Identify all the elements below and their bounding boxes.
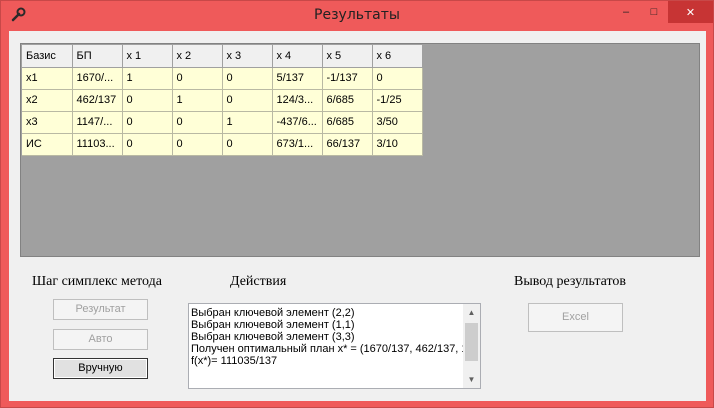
table-row: ИС 11103... 0 0 0 673/1... 66/137 3/10	[22, 133, 423, 156]
table-cell[interactable]: 0	[222, 89, 273, 112]
table-cell[interactable]: ИС	[22, 133, 73, 156]
table-cell[interactable]: 1147/...	[72, 111, 123, 134]
table-cell[interactable]: 1	[122, 67, 173, 90]
scroll-thumb[interactable]	[465, 323, 478, 361]
table-cell[interactable]: 673/1...	[272, 133, 323, 156]
log-line: f(x*)= 111035/137	[191, 355, 278, 367]
column-header[interactable]: x 3	[222, 45, 273, 68]
table-cell[interactable]: 0	[172, 133, 223, 156]
log-lines: Выбран ключевой элемент (2,2) Выбран клю…	[191, 307, 463, 367]
column-header[interactable]: x 5	[322, 45, 373, 68]
title-bar[interactable]: Результаты – □ ✕	[1, 1, 713, 31]
table-cell[interactable]: 3/50	[372, 111, 423, 134]
table-cell[interactable]: 1	[172, 89, 223, 112]
manual-button[interactable]: Вручную	[53, 358, 148, 379]
table-cell[interactable]: 0	[222, 67, 273, 90]
table-cell[interactable]: x1	[22, 67, 73, 90]
log-line: Выбран ключевой элемент (2,2)	[191, 307, 355, 319]
output-label: Вывод результатов	[514, 274, 627, 289]
table-row: x1 1670/... 1 0 0 5/137 -1/137 0	[22, 67, 423, 90]
table-cell[interactable]: -1/25	[372, 89, 423, 112]
table-cell[interactable]: 0	[122, 111, 173, 134]
table-cell[interactable]: x3	[22, 111, 73, 134]
window-title: Результаты	[314, 7, 400, 23]
table-cell[interactable]: x2	[22, 89, 73, 112]
column-header[interactable]: x 4	[272, 45, 323, 68]
table-cell[interactable]: 0	[172, 67, 223, 90]
column-header[interactable]: x 2	[172, 45, 223, 68]
table-cell[interactable]: 1	[222, 111, 273, 134]
table-cell[interactable]: -437/6...	[272, 111, 323, 134]
actions-label: Действия	[230, 274, 287, 289]
scroll-up-arrow-icon[interactable]: ▲	[463, 304, 480, 321]
simplex-table-grid[interactable]: Базис БП x 1 x 2 x 3 x 4 x 5 x 6 x1 1670…	[20, 43, 700, 257]
table-cell[interactable]: 0	[122, 133, 173, 156]
actions-log[interactable]: Выбран ключевой элемент (2,2) Выбран клю…	[188, 303, 481, 389]
client-area: Базис БП x 1 x 2 x 3 x 4 x 5 x 6 x1 1670…	[9, 31, 706, 401]
table-cell[interactable]: 462/137	[72, 89, 123, 112]
log-line: Получен оптимальный план x* = (1670/137,…	[191, 343, 463, 355]
table-cell[interactable]: 0	[372, 67, 423, 90]
table-cell[interactable]: 5/137	[272, 67, 323, 90]
table-cell[interactable]: 0	[122, 89, 173, 112]
table-cell[interactable]: 6/685	[322, 111, 373, 134]
table-cell[interactable]: 66/137	[322, 133, 373, 156]
simplex-table: Базис БП x 1 x 2 x 3 x 4 x 5 x 6 x1 1670…	[22, 45, 423, 156]
log-line: Выбран ключевой элемент (3,3)	[191, 331, 355, 343]
column-header[interactable]: Базис	[22, 45, 73, 68]
result-button[interactable]: Результат	[53, 299, 148, 320]
table-cell[interactable]: 1670/...	[72, 67, 123, 90]
simplex-step-label: Шаг симплекс метода	[32, 274, 162, 289]
log-scrollbar[interactable]: ▲ ▼	[463, 304, 480, 388]
column-header[interactable]: x 1	[122, 45, 173, 68]
table-cell[interactable]: 124/3...	[272, 89, 323, 112]
minimize-button[interactable]: –	[612, 1, 640, 23]
table-cell[interactable]: 3/10	[372, 133, 423, 156]
excel-export-button[interactable]: Excel	[528, 303, 623, 332]
maximize-button[interactable]: □	[640, 1, 668, 23]
column-header[interactable]: x 6	[372, 45, 423, 68]
auto-button[interactable]: Авто	[53, 329, 148, 350]
table-cell[interactable]: 11103...	[72, 133, 123, 156]
table-row: x3 1147/... 0 0 1 -437/6... 6/685 3/50	[22, 111, 423, 134]
results-window: Результаты – □ ✕ Базис БП x 1 x 2 x 3 x …	[0, 0, 714, 408]
table-row: x2 462/137 0 1 0 124/3... 6/685 -1/25	[22, 89, 423, 112]
table-cell[interactable]: 0	[172, 111, 223, 134]
table-cell[interactable]: -1/137	[322, 67, 373, 90]
column-header[interactable]: БП	[72, 45, 123, 68]
log-line: Выбран ключевой элемент (1,1)	[191, 319, 355, 331]
close-button[interactable]: ✕	[668, 1, 713, 23]
table-cell[interactable]: 6/685	[322, 89, 373, 112]
table-header-row: Базис БП x 1 x 2 x 3 x 4 x 5 x 6	[22, 45, 423, 68]
scroll-down-arrow-icon[interactable]: ▼	[463, 371, 480, 388]
table-cell[interactable]: 0	[222, 133, 273, 156]
